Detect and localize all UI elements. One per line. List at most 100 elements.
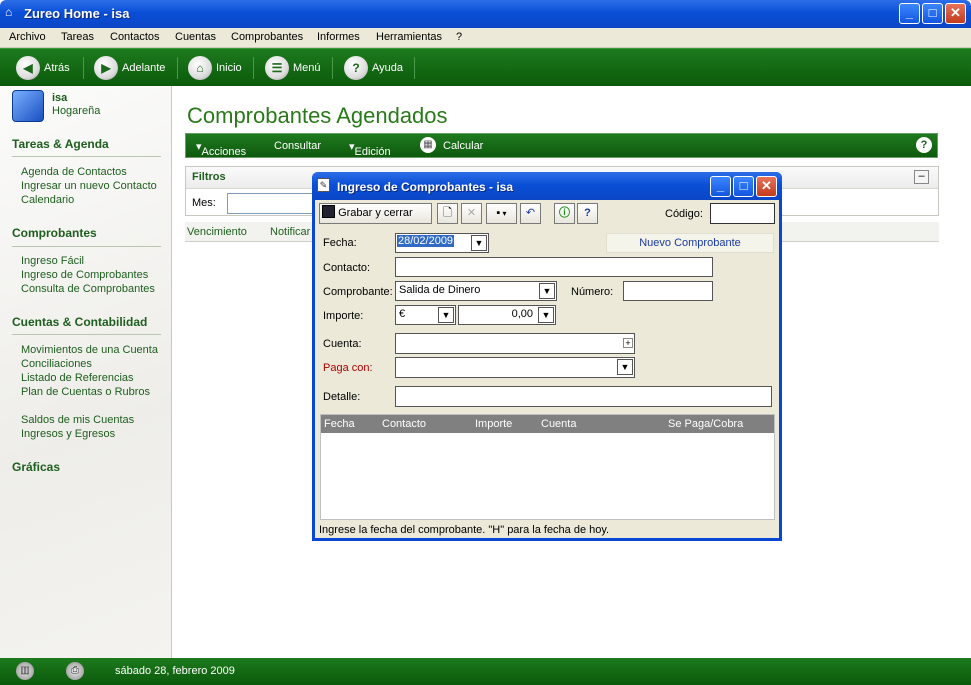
contacto-input[interactable] — [395, 257, 713, 277]
menu-archivo[interactable]: Archivo — [9, 31, 46, 43]
grid-column-contacto[interactable]: Contacto — [382, 418, 426, 430]
numero-input[interactable] — [623, 281, 713, 301]
printer-icon[interactable]: ⎙ — [66, 662, 84, 680]
menu-button[interactable]: ☰ Menú — [265, 55, 325, 81]
list-icon: ☰ — [265, 56, 289, 80]
grid-header: Fecha Contacto Importe Cuenta Se Paga/Co… — [321, 415, 774, 433]
detalle-input[interactable] — [395, 386, 772, 407]
sidebar-item-nuevo-contacto[interactable]: Ingresar un nuevo Contacto — [21, 180, 157, 192]
help-icon[interactable]: ? — [916, 137, 932, 153]
toolbar-separator — [414, 57, 415, 79]
user-name: isa — [52, 92, 68, 104]
sidebar-item-consulta-comprobantes[interactable]: Consulta de Comprobantes — [21, 283, 155, 295]
window-title: Zureo Home - isa — [24, 6, 130, 21]
info-icon: ⓘ — [559, 207, 570, 219]
home-icon: ⌂ — [5, 5, 13, 19]
menu-informes[interactable]: Informes — [317, 31, 360, 43]
menu-comprobantes[interactable]: Comprobantes — [231, 31, 303, 43]
grid-column-fecha[interactable]: Fecha — [324, 418, 355, 430]
chevron-down-icon: ▼ — [474, 238, 484, 248]
sidebar-item-plan-cuentas[interactable]: Plan de Cuentas o Rubros — [21, 386, 150, 398]
column-notificar[interactable]: Notificar — [270, 226, 310, 238]
grid-column-importe[interactable]: Importe — [475, 418, 512, 430]
sidebar-item-calendario[interactable]: Calendario — [21, 194, 74, 206]
save-icon — [322, 205, 335, 218]
mes-label: Mes: — [192, 197, 216, 209]
dialog-minimize-button[interactable]: _ — [710, 176, 731, 197]
info-button[interactable]: ⓘ — [554, 203, 575, 224]
status-badge: Nuevo Comprobante — [606, 233, 774, 253]
edicion-menu[interactable]: ▾ Edición — [349, 140, 391, 158]
comprobante-select[interactable]: Salida de Dinero — [395, 281, 557, 301]
plus-icon[interactable]: + — [623, 338, 633, 348]
maximize-button[interactable]: □ — [922, 3, 943, 24]
minimize-button[interactable]: _ — [899, 3, 920, 24]
content-action-bar: ▾ Acciones Consultar ▾ Edición ▦ Calcula… — [185, 133, 938, 158]
grid-column-cuenta[interactable]: Cuenta — [541, 418, 576, 430]
menu-tareas[interactable]: Tareas — [61, 31, 94, 43]
help-button-dialog[interactable]: ? — [577, 203, 598, 224]
toolbar-separator — [177, 57, 178, 79]
dialog-title: Ingreso de Comprobantes - isa — [337, 180, 514, 194]
sidebar-item-saldos[interactable]: Saldos de mis Cuentas — [21, 414, 134, 426]
undo-icon: ↶ — [525, 207, 536, 219]
dialog-titlebar[interactable]: ✎ Ingreso de Comprobantes - isa _ □ ✕ — [312, 172, 782, 200]
paga-con-select[interactable] — [395, 357, 635, 378]
home-button[interactable]: ⌂ Inicio — [188, 55, 246, 81]
new-button[interactable]: 🗋 — [437, 203, 458, 224]
delete-button[interactable]: ✕ — [461, 203, 482, 224]
grid-column-se-paga[interactable]: Se Paga/Cobra — [668, 418, 743, 430]
dialog-maximize-button[interactable]: □ — [733, 176, 754, 197]
user-type: Hogareña — [52, 105, 101, 117]
calcular-button[interactable]: Calcular — [443, 140, 483, 152]
trash-icon[interactable]: ▥ — [16, 662, 34, 680]
forward-button[interactable]: ▶ Adelante — [94, 55, 169, 81]
filtros-title: Filtros — [192, 171, 226, 183]
comprobante-dropdown[interactable]: ▼ — [539, 283, 555, 299]
grabar-cerrar-button[interactable]: Grabar y cerrar — [319, 203, 432, 224]
mes-input[interactable] — [227, 193, 313, 214]
collapse-button[interactable]: – — [914, 170, 929, 184]
undo-button[interactable]: ↶ — [520, 203, 541, 224]
close-button[interactable]: ✕ — [945, 3, 966, 24]
save-dropdown-button[interactable]: ▪ ▾ — [486, 203, 517, 224]
sidebar-item-movimientos[interactable]: Movimientos de una Cuenta — [21, 344, 158, 356]
menu-cuentas[interactable]: Cuentas — [175, 31, 216, 43]
menu-contactos[interactable]: Contactos — [110, 31, 160, 43]
help-button[interactable]: ? Ayuda — [344, 55, 406, 81]
menu-help[interactable]: ? — [456, 31, 462, 43]
ingreso-comprobantes-dialog: ✎ Ingreso de Comprobantes - isa _ □ ✕ Gr… — [312, 172, 782, 541]
cuenta-input[interactable] — [395, 333, 635, 354]
dialog-close-button[interactable]: ✕ — [756, 176, 777, 197]
section-title-cuentas: Cuentas & Contabilidad — [12, 315, 148, 329]
home-icon: ⌂ — [188, 56, 212, 80]
main-toolbar: ◀ Atrás ▶ Adelante ⌂ Inicio ☰ Menú ? Ayu… — [0, 48, 971, 86]
cuenta-label: Cuenta: — [323, 338, 362, 350]
sidebar-item-referencias[interactable]: Listado de Referencias — [21, 372, 134, 384]
detail-grid[interactable]: Fecha Contacto Importe Cuenta Se Paga/Co… — [320, 414, 775, 520]
column-vencimiento[interactable]: Vencimiento — [187, 226, 247, 238]
sidebar-item-conciliaciones[interactable]: Conciliaciones — [21, 358, 92, 370]
sidebar-item-ingreso-facil[interactable]: Ingreso Fácil — [21, 255, 84, 267]
section-title-graficas[interactable]: Gráficas — [12, 460, 60, 474]
section-title-tareas: Tareas & Agenda — [12, 137, 109, 151]
menu-herramientas[interactable]: Herramientas — [376, 31, 442, 43]
consultar-button[interactable]: Consultar — [274, 140, 321, 152]
acciones-menu[interactable]: ▾ Acciones — [196, 140, 246, 158]
codigo-input[interactable] — [710, 203, 775, 224]
sidebar-item-agenda[interactable]: Agenda de Contactos — [21, 166, 127, 178]
window-titlebar[interactable]: ⌂ Zureo Home - isa _ □ ✕ — [0, 0, 971, 28]
toolbar-separator — [83, 57, 84, 79]
toolbar-separator — [332, 57, 333, 79]
calendar-dropdown[interactable]: ▼ — [471, 235, 487, 251]
sidebar-item-ingresos-egresos[interactable]: Ingresos y Egresos — [21, 428, 115, 440]
arrow-left-icon: ◀ — [16, 56, 40, 80]
currency-dropdown[interactable]: ▼ — [438, 307, 454, 323]
sidebar-item-ingreso-comprobantes[interactable]: Ingreso de Comprobantes — [21, 269, 148, 281]
sidebar: isa Hogareña Tareas & Agenda Agenda de C… — [0, 86, 172, 658]
back-button[interactable]: ◀ Atrás — [16, 55, 78, 81]
paga-con-dropdown[interactable]: ▼ — [617, 359, 633, 375]
importe-dropdown[interactable]: ▼ — [538, 307, 554, 323]
importe-label: Importe: — [323, 310, 364, 322]
question-icon: ? — [584, 207, 591, 219]
